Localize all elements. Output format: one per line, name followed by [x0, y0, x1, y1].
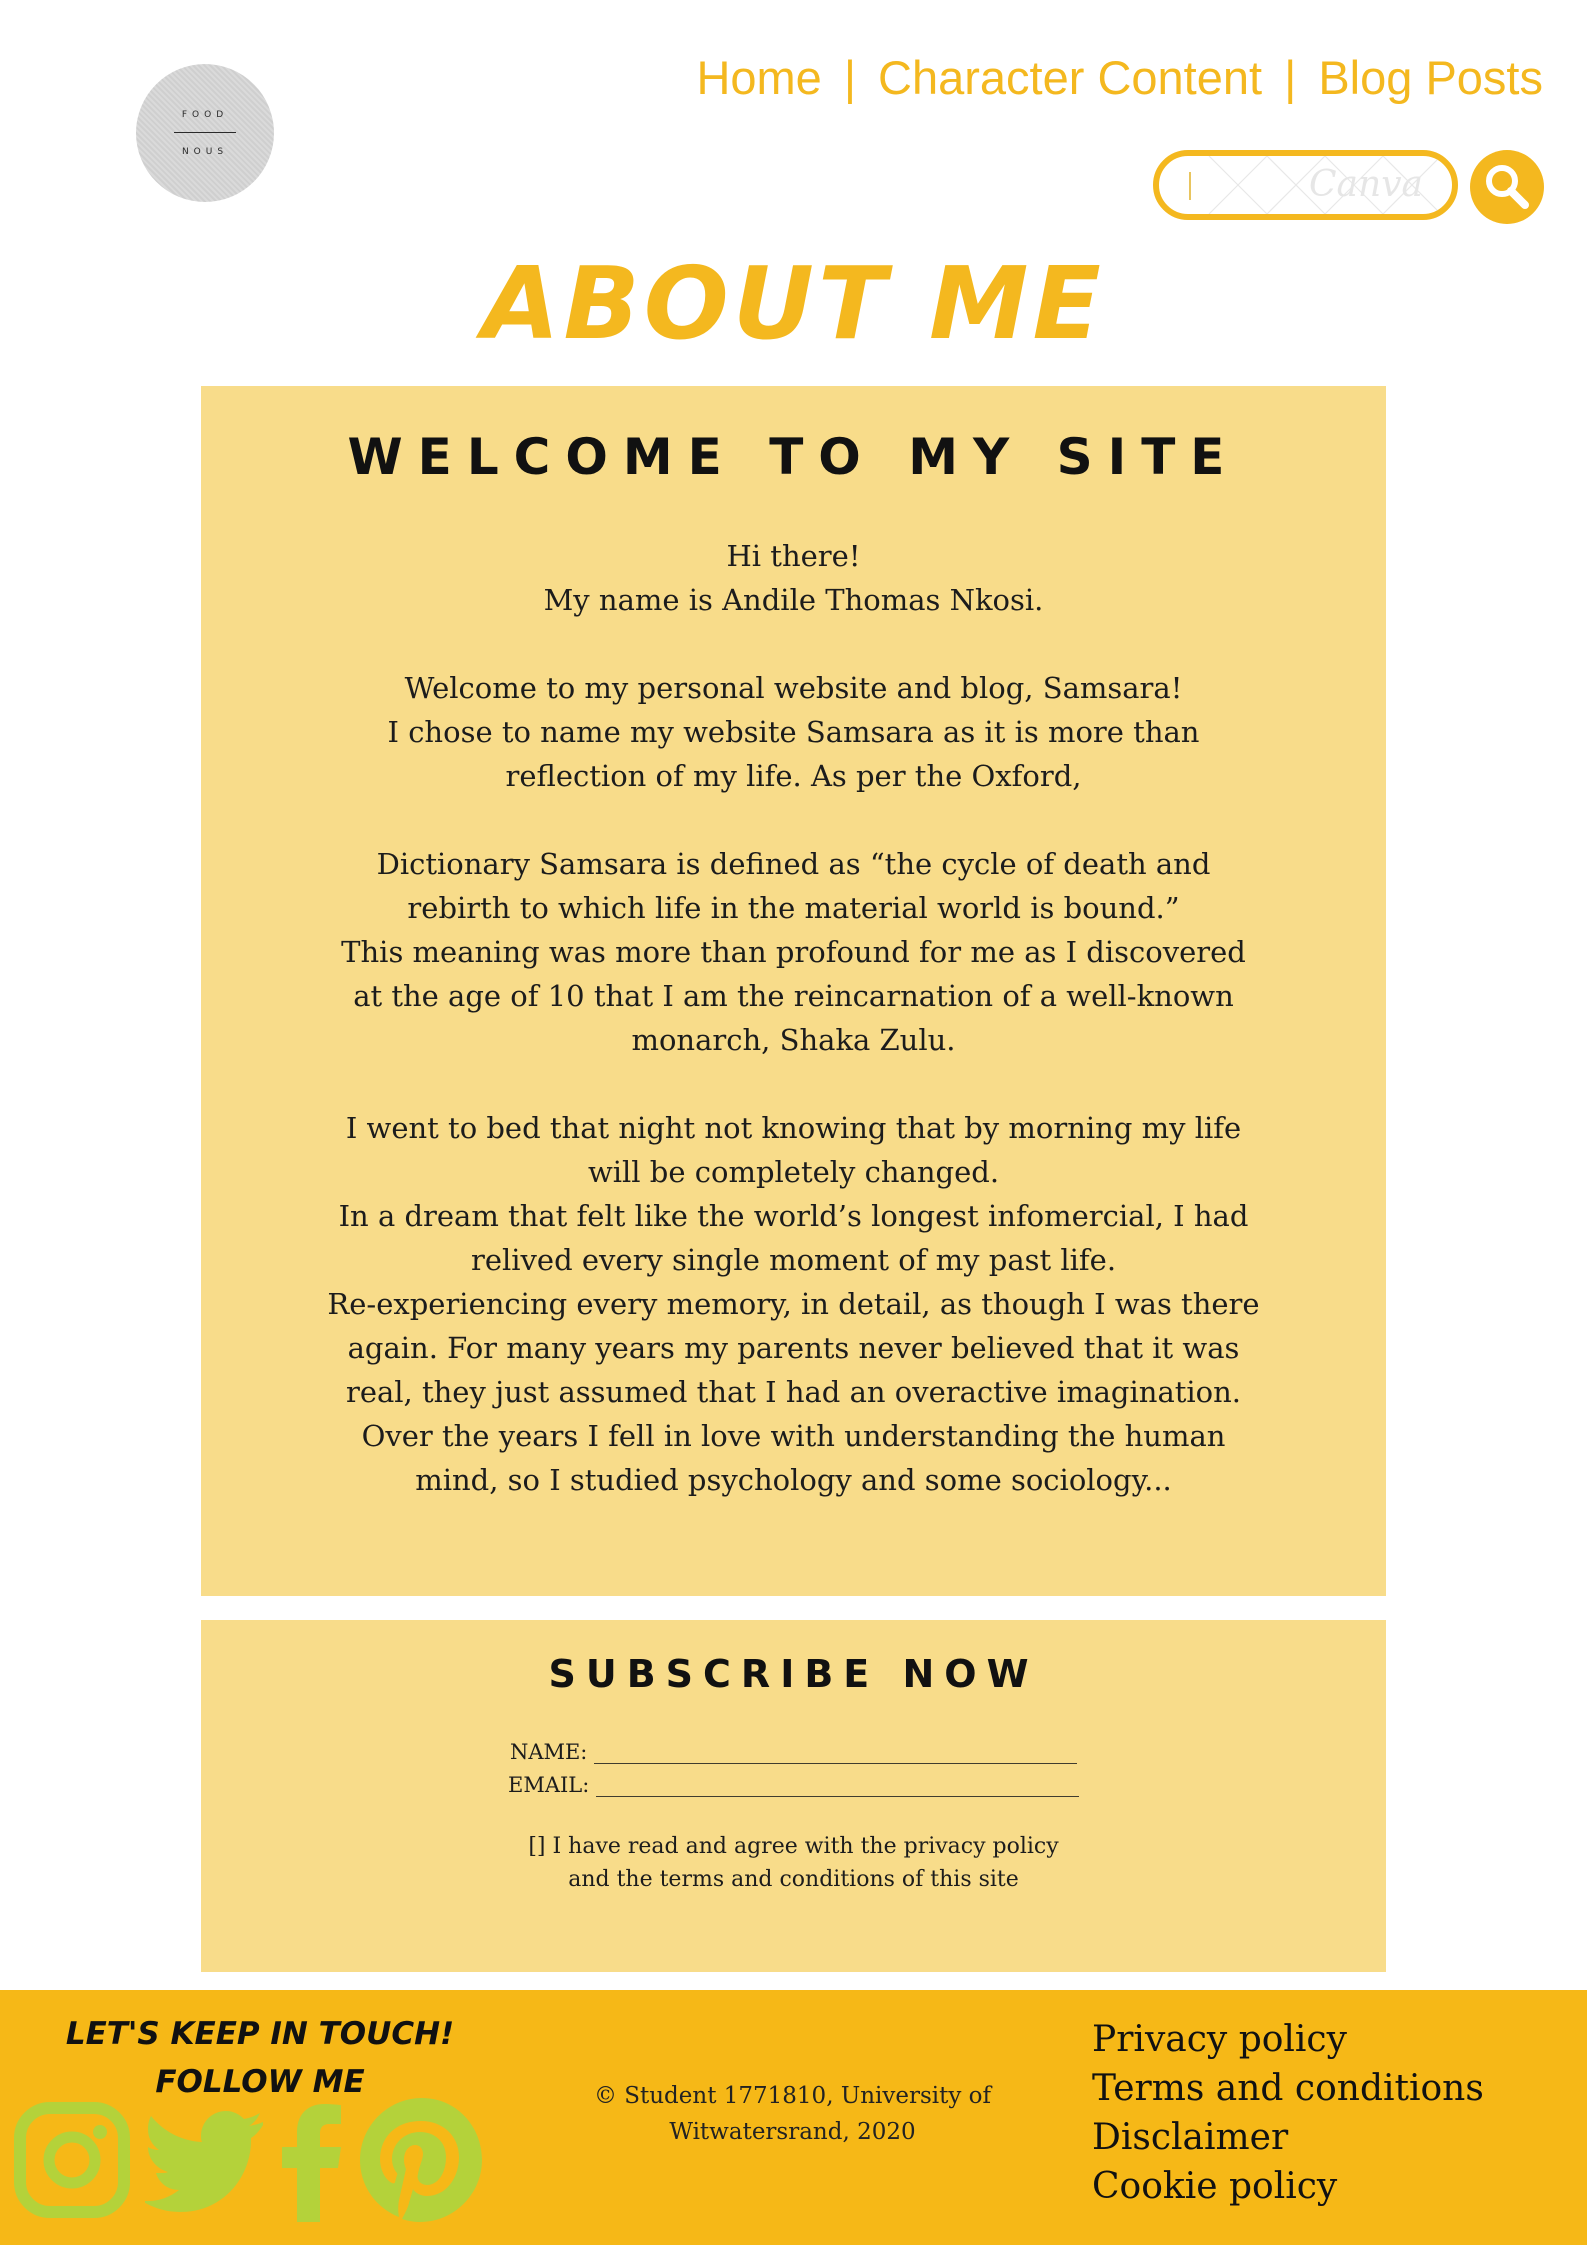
site-footer: LET'S KEEP IN TOUCH! FOLLOW ME © Student… — [0, 1990, 1587, 2245]
body-line: rebirth to which life in the material wo… — [407, 891, 1180, 925]
nav-separator: | — [843, 51, 857, 104]
logo-top-word: FOOD — [181, 109, 229, 120]
body-line: reflection of my life. As per the Oxford… — [505, 759, 1082, 793]
terms-link[interactable]: Terms and conditions — [1092, 2064, 1484, 2113]
pinterest-icon[interactable] — [360, 2098, 484, 2222]
subscribe-panel: SUBSCRIBE NOW NAME: ____________________… — [201, 1620, 1386, 1972]
body-line: In a dream that felt like the world’s lo… — [338, 1199, 1249, 1233]
copyright-line: © Student 1771810, University of — [593, 2083, 992, 2109]
page-title: ABOUT ME — [482, 245, 1105, 362]
agree-text: [] I have read and agree with the privac… — [528, 1834, 1059, 1859]
twitter-icon[interactable] — [145, 2108, 265, 2212]
body-line: My name is Andile Thomas Nkosi. — [543, 583, 1044, 617]
logo-divider — [174, 131, 236, 133]
instagram-icon[interactable] — [14, 2102, 130, 2218]
body-line: I chose to name my website Samsara as it… — [387, 715, 1200, 749]
welcome-heading: WELCOME TO MY SITE — [347, 428, 1240, 486]
body-line: will be completely changed. — [587, 1155, 1000, 1189]
body-line: Welcome to my personal website and blog,… — [404, 671, 1183, 705]
nav-blog-posts[interactable]: Blog Posts — [1318, 50, 1543, 105]
subscribe-form: NAME: __________________________________… — [201, 1736, 1386, 1802]
body-line: This meaning was more than profound for … — [341, 935, 1246, 969]
search-input[interactable]: Canva — [1153, 150, 1458, 220]
body-line: Hi there! — [726, 539, 861, 573]
body-line: at the age of 10 that I am the reincarna… — [353, 979, 1234, 1013]
copyright-line: Witwatersrand, 2020 — [669, 2119, 916, 2145]
body-line: mind, so I studied psychology and some s… — [415, 1463, 1172, 1497]
email-field[interactable]: EMAIL: _________________________________… — [201, 1769, 1386, 1802]
footer-links: Privacy policy Terms and conditions Disc… — [1092, 2015, 1484, 2211]
welcome-body: Hi there! My name is Andile Thomas Nkosi… — [301, 534, 1286, 1502]
body-line: relived every single moment of my past l… — [470, 1243, 1117, 1277]
keep-in-touch-heading: LET'S KEEP IN TOUCH! — [65, 2016, 455, 2052]
disclaimer-link[interactable]: Disclaimer — [1092, 2113, 1484, 2162]
body-line: Dictionary Samsara is defined as “the cy… — [376, 847, 1211, 881]
cookie-policy-link[interactable]: Cookie policy — [1092, 2162, 1484, 2211]
welcome-panel: WELCOME TO MY SITE Hi there! My name is … — [201, 386, 1386, 1596]
subscribe-heading: SUBSCRIBE NOW — [548, 1652, 1039, 1696]
site-logo[interactable]: FOOD NOUS — [136, 64, 274, 202]
copyright: © Student 1771810, University of Witwate… — [560, 2078, 1025, 2150]
logo-bottom-word: NOUS — [181, 146, 229, 157]
privacy-policy-link[interactable]: Privacy policy — [1092, 2015, 1484, 2064]
search-icon — [1486, 165, 1529, 209]
agree-checkbox[interactable]: [] I have read and agree with the privac… — [201, 1830, 1386, 1896]
nav-character-content[interactable]: Character Content — [878, 50, 1262, 105]
body-line: I went to bed that night not knowing tha… — [345, 1111, 1242, 1145]
body-line: Re-experiencing every memory, in detail,… — [327, 1287, 1260, 1321]
nav-home[interactable]: Home — [696, 50, 821, 105]
text-caret — [1189, 172, 1191, 200]
body-line: real, they just assumed that I had an ov… — [345, 1375, 1242, 1409]
search-button[interactable] — [1470, 150, 1544, 224]
body-line: again. For many years my parents never b… — [347, 1331, 1240, 1365]
name-field[interactable]: NAME: __________________________________… — [201, 1736, 1386, 1769]
main-nav: Home | Character Content | Blog Posts — [696, 50, 1543, 105]
body-line: Over the years I fell in love with under… — [361, 1419, 1226, 1453]
body-line: monarch, Shaka Zulu. — [631, 1023, 956, 1057]
nav-separator: | — [1284, 51, 1297, 104]
facebook-icon[interactable] — [282, 2102, 342, 2222]
canva-watermark: Canva — [1309, 164, 1423, 205]
agree-text: and the terms and conditions of this sit… — [568, 1867, 1019, 1892]
